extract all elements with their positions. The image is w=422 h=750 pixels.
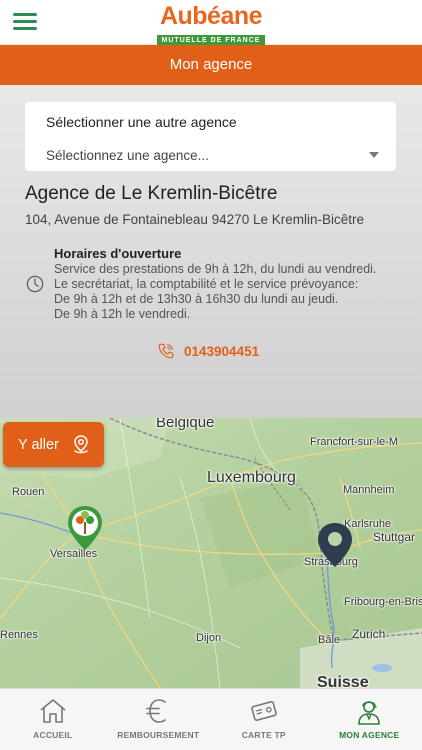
card-icon bbox=[250, 701, 277, 721]
dropdown-arrow-icon[interactable] bbox=[369, 152, 379, 158]
hours-line: Le secrétariat, la comptabilité et le se… bbox=[54, 277, 359, 291]
agency-name: Agence de Le Kremlin-Bicêtre bbox=[25, 183, 278, 204]
map-label-dijon: Dijon bbox=[196, 632, 222, 644]
logo-name: Aubéane bbox=[159, 2, 263, 30]
nav-label-accueil: ACCUEIL bbox=[33, 730, 73, 740]
hours-title: Horaires d'ouverture bbox=[54, 246, 182, 261]
location-marker-icon[interactable] bbox=[316, 521, 354, 569]
page-title: Mon agence bbox=[0, 45, 422, 85]
clock-icon bbox=[26, 275, 44, 293]
goto-button[interactable]: Y aller bbox=[3, 422, 104, 467]
map-label-suisse: Suisse bbox=[317, 674, 369, 688]
map-label-bale: Bâle bbox=[318, 634, 341, 646]
goto-button-label: Y aller bbox=[18, 436, 59, 453]
nav-item-mon-agence[interactable]: MON AGENCE bbox=[317, 689, 422, 750]
hours-line: Service des prestations de 9h à 12h, du … bbox=[54, 262, 377, 276]
nav-label-mon-agence: MON AGENCE bbox=[339, 730, 400, 740]
map-label-fribourg: Fribourg-en-Bris bbox=[344, 596, 422, 608]
map-label-belgique: Belgique bbox=[156, 418, 215, 431]
map-label-rouen: Rouen bbox=[12, 486, 45, 498]
logo: Aubéane MUTUELLE DE FRANCE bbox=[0, 3, 422, 47]
map-label-luxembourg: Luxembourg bbox=[207, 469, 296, 486]
agency-selector-label: Sélectionner une autre agence bbox=[46, 114, 237, 130]
nav-label-carte-tp: CARTE TP bbox=[241, 730, 286, 740]
hours-line: De 9h à 12h et de 13h30 à 16h30 du lundi… bbox=[54, 292, 339, 306]
agency-panel: Sélectionner une autre agence Sélectionn… bbox=[0, 85, 422, 418]
nav-item-accueil[interactable]: ACCUEIL bbox=[0, 689, 106, 750]
phone-number[interactable]: 0143904451 bbox=[184, 344, 259, 359]
map-label-stuttgart: Stuttgar bbox=[373, 530, 416, 544]
phone-icon bbox=[158, 343, 174, 359]
phone-link[interactable]: 0143904451 bbox=[157, 342, 259, 360]
nav-item-remboursement[interactable]: REMBOURSEMENT bbox=[106, 689, 212, 750]
agency-selector-card: Sélectionner une autre agence Sélectionn… bbox=[25, 102, 396, 171]
bottom-navigation: ACCUEIL REMBOURSEMENT CARTE TP MON AGENC… bbox=[0, 688, 422, 750]
agent-icon bbox=[358, 701, 381, 725]
nav-item-carte-tp[interactable]: CARTE TP bbox=[211, 689, 317, 750]
agency-marker-icon[interactable] bbox=[66, 504, 104, 552]
home-icon bbox=[40, 699, 66, 723]
nav-label-remboursement: REMBOURSEMENT bbox=[117, 730, 200, 740]
hours-line: De 9h à 12h le vendredi. bbox=[54, 307, 191, 321]
euro-icon bbox=[146, 699, 167, 723]
agency-address: 104, Avenue de Fontainebleau 94270 Le Kr… bbox=[25, 212, 364, 227]
location-pin-icon bbox=[74, 435, 88, 454]
top-bar: Aubéane MUTUELLE DE FRANCE bbox=[0, 0, 422, 47]
map-label-francfort: Francfort-sur-le-M bbox=[310, 436, 399, 448]
map-label-mannheim: Mannheim bbox=[343, 484, 395, 496]
map-label-zurich: Zurich bbox=[352, 627, 386, 641]
map-label-rennes: Rennes bbox=[0, 629, 38, 641]
hours-text: Service des prestations de 9h à 12h, du … bbox=[54, 262, 376, 322]
agency-select[interactable]: Sélectionnez une agence... bbox=[46, 148, 209, 163]
